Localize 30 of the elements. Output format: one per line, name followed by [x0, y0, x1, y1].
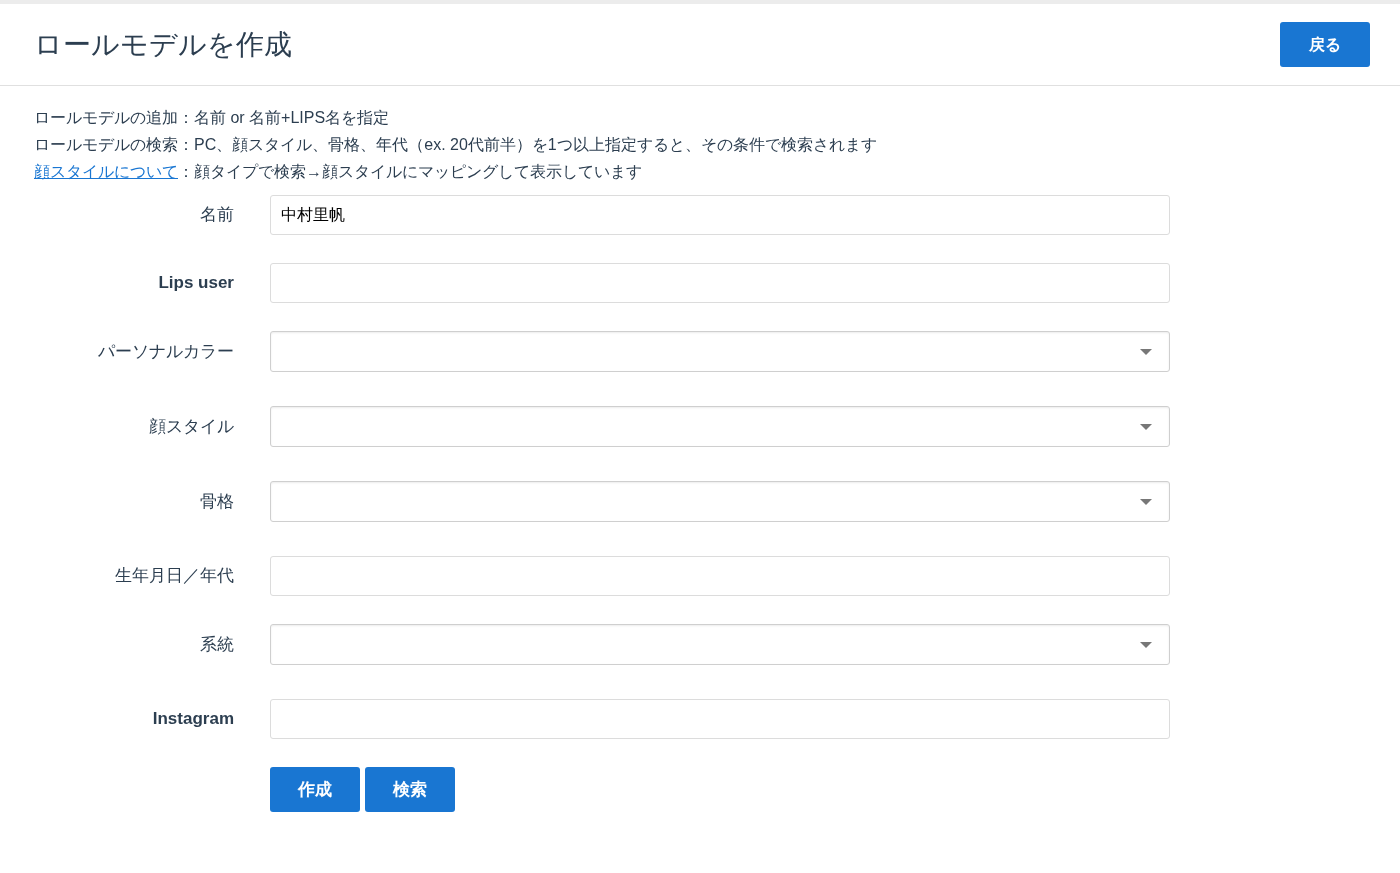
back-button[interactable]: 戻る — [1280, 22, 1370, 67]
dropdown-field[interactable] — [270, 331, 1170, 372]
help-text: ：名前 or 名前+LIPS名を指定 — [178, 108, 390, 128]
help-link[interactable]: 顔スタイルについて — [34, 158, 178, 185]
help-label: ロールモデルの検索 — [34, 135, 178, 155]
dropdown-caret-icon — [1140, 348, 1152, 355]
field-label: 顔スタイル — [148, 415, 234, 438]
dropdown-caret-icon — [1140, 498, 1152, 505]
dropdown-field[interactable] — [270, 481, 1170, 522]
text-field[interactable] — [270, 556, 1170, 596]
text-field[interactable] — [270, 699, 1170, 739]
field-label: Lips user — [157, 272, 234, 295]
field-label: Instagram — [151, 708, 234, 731]
field-label: 骨格 — [199, 490, 234, 513]
dropdown-caret-icon — [1140, 423, 1152, 430]
field-label: 系統 — [199, 633, 234, 656]
help-text: ：PC、顔スタイル、骨格、年代（ex. 20代前半）を1つ以上指定すると、その条件で検索されます — [178, 135, 877, 155]
page-title: ロールモデルを作成 — [34, 27, 292, 62]
help-label: ロールモデルの追加 — [34, 108, 178, 128]
form-button[interactable]: 検索 — [365, 767, 455, 812]
dropdown-field[interactable] — [270, 624, 1170, 665]
field-label: 名前 — [199, 204, 234, 227]
text-field[interactable] — [270, 263, 1170, 303]
dropdown-field[interactable] — [270, 406, 1170, 447]
text-field[interactable]: 中村里帆 — [270, 195, 1170, 235]
dropdown-caret-icon — [1140, 641, 1152, 648]
help-text: ：顔タイプで検索→顔スタイルにマッピングして表示しています — [178, 162, 642, 182]
form-button[interactable]: 作成 — [270, 767, 360, 812]
field-label: パーソナルカラー — [97, 340, 234, 363]
field-label: 生年月日／年代 — [114, 565, 234, 588]
